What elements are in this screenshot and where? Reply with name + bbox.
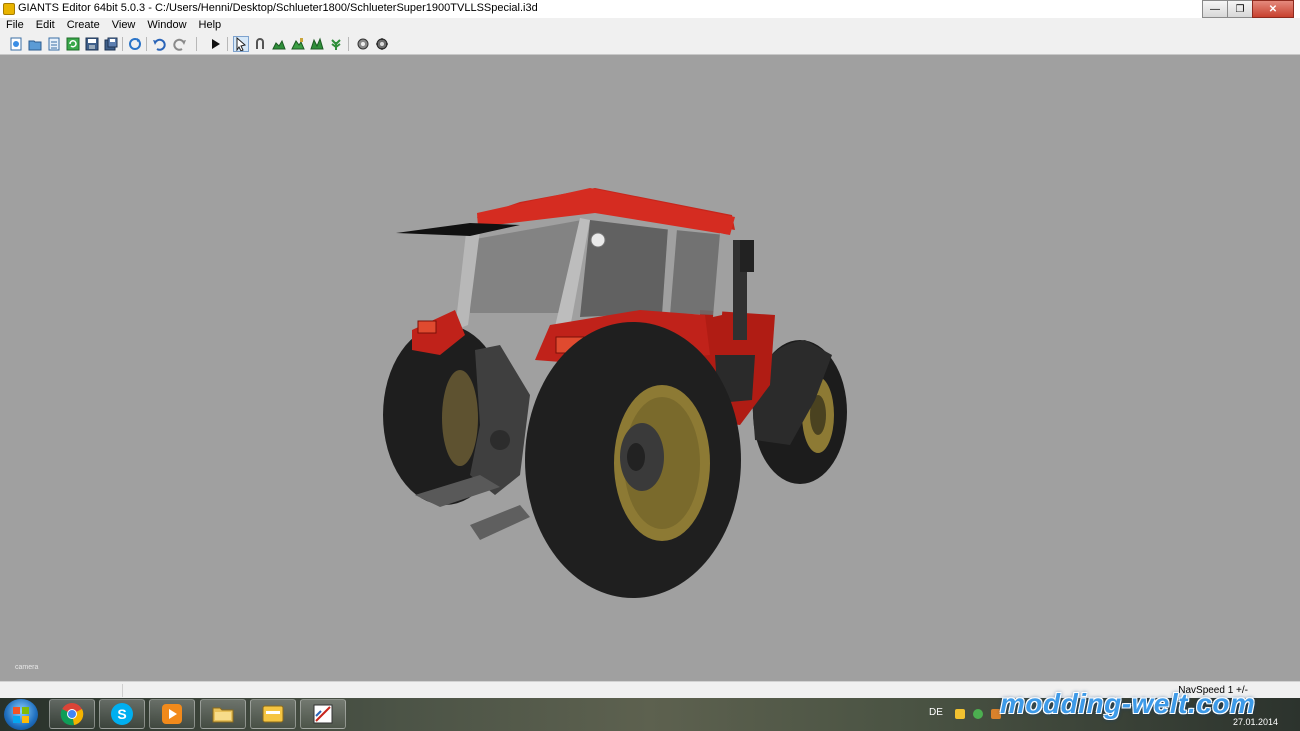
- close-icon: ✕: [1268, 3, 1278, 15]
- reload-icon: [66, 37, 80, 51]
- move-icon: [256, 38, 264, 49]
- toolbar-separator: [146, 37, 147, 51]
- rear-window-open: [396, 223, 520, 236]
- new-button[interactable]: [8, 36, 24, 52]
- title-bar: GIANTS Editor 64bit 5.0.3 - C:/Users/Hen…: [0, 0, 1300, 19]
- terrain-button[interactable]: [271, 36, 287, 52]
- taskbar-folder[interactable]: [250, 699, 296, 729]
- minimize-icon: —: [1210, 3, 1220, 15]
- foliage-button[interactable]: [309, 36, 325, 52]
- save-all-icon: [104, 37, 118, 51]
- camera-label: camera: [15, 664, 39, 671]
- import-button[interactable]: [46, 36, 62, 52]
- taskbar-giants-editor[interactable]: [300, 699, 346, 729]
- settings-button[interactable]: [355, 36, 371, 52]
- tray-icon[interactable]: [955, 709, 965, 719]
- redo-button[interactable]: [172, 36, 188, 52]
- save-all-button[interactable]: [103, 36, 119, 52]
- tractor-model: [383, 188, 847, 598]
- menu-window[interactable]: Window: [141, 18, 192, 34]
- restore-button[interactable]: ❐: [1227, 0, 1253, 18]
- restore-icon: ❐: [1235, 3, 1245, 15]
- import-icon: [48, 37, 60, 51]
- settings-icon: [357, 38, 369, 50]
- menu-help[interactable]: Help: [193, 18, 228, 34]
- plant-icon: [331, 39, 341, 50]
- svg-text:S: S: [117, 706, 126, 722]
- 3d-viewport[interactable]: camera: [0, 55, 1300, 681]
- windows-start-icon: [13, 706, 29, 723]
- menu-view[interactable]: View: [106, 18, 142, 34]
- toolbar-separator: [348, 37, 349, 51]
- taskbar-chrome[interactable]: [49, 699, 95, 729]
- file-explorer-icon: [212, 707, 234, 723]
- tray-icon[interactable]: [973, 709, 983, 719]
- language-indicator[interactable]: DE: [929, 707, 943, 718]
- start-button[interactable]: [4, 699, 38, 730]
- reload-button[interactable]: [65, 36, 81, 52]
- settings-alt-button[interactable]: [374, 36, 390, 52]
- window-title: GIANTS Editor 64bit 5.0.3 - C:/Users/Hen…: [18, 2, 538, 14]
- new-icon: [10, 37, 22, 51]
- redo-icon: [173, 38, 186, 51]
- toolbar-separator: [227, 37, 228, 51]
- giants-app-icon: [3, 3, 15, 15]
- plant-button[interactable]: [328, 36, 344, 52]
- undo-button[interactable]: [151, 36, 167, 52]
- menu-edit[interactable]: Edit: [30, 18, 61, 34]
- status-separator: [122, 684, 123, 697]
- open-icon: [28, 40, 42, 51]
- undo-icon: [153, 38, 166, 51]
- play-icon: [212, 39, 220, 49]
- toolbar: [0, 34, 1300, 55]
- window-controls: — ❐ ✕: [1202, 0, 1294, 18]
- watermark: modding-welt.com: [1000, 688, 1256, 719]
- save-button[interactable]: [84, 36, 100, 52]
- save-icon: [85, 37, 99, 51]
- select-button[interactable]: [233, 36, 249, 52]
- terrain-paint-icon: [291, 38, 305, 50]
- taskbar-skype[interactable]: S: [99, 699, 145, 729]
- select-icon: [236, 37, 247, 51]
- skype-icon: S: [111, 703, 133, 725]
- work-light: [590, 232, 606, 248]
- foliage-icon: [310, 37, 324, 50]
- menu-bar: File Edit Create View Window Help: [0, 18, 1300, 34]
- menu-file[interactable]: File: [0, 18, 30, 34]
- move-button[interactable]: [252, 36, 268, 52]
- tail-light-left: [417, 320, 437, 334]
- rotate-icon: [129, 38, 141, 50]
- taskbar-explorer[interactable]: [200, 699, 246, 729]
- play-button[interactable]: [207, 36, 223, 52]
- rotate-button[interactable]: [127, 36, 143, 52]
- media-player-icon: [162, 704, 182, 724]
- close-button[interactable]: ✕: [1252, 0, 1294, 18]
- giants-editor-icon: [313, 704, 333, 724]
- terrain-icon: [272, 39, 286, 50]
- toolbar-separator: [122, 37, 123, 51]
- open-button[interactable]: [27, 36, 43, 52]
- toolbar-separator: [196, 37, 197, 51]
- menu-create[interactable]: Create: [61, 18, 106, 34]
- minimize-button[interactable]: —: [1202, 0, 1228, 18]
- terrain-paint-button[interactable]: [290, 36, 306, 52]
- folder-icon: [262, 705, 284, 723]
- chrome-icon: [60, 703, 84, 726]
- settings-alt-icon: [376, 38, 388, 50]
- taskbar-media-player[interactable]: [149, 699, 195, 729]
